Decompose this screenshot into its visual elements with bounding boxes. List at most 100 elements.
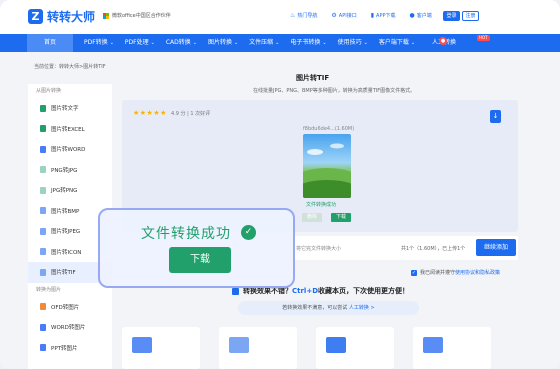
ofd-icon bbox=[40, 303, 46, 311]
rating-stars: ★★★★★ bbox=[133, 109, 167, 117]
nav-item-pdf-convert[interactable]: PDF转换 ⌄ bbox=[84, 34, 114, 52]
sidebar-item-ofd-to-image[interactable]: OFD转图片 bbox=[28, 297, 112, 318]
tool-card-icon bbox=[423, 337, 443, 353]
manual-convert-link[interactable]: 人工转换 > bbox=[349, 305, 375, 311]
rating-text: 4.9 分 | 1 次好评 bbox=[171, 111, 211, 117]
nav-item-ebook[interactable]: 电子书转换 ⌄ bbox=[290, 34, 326, 52]
nav-item-label: PDF转换 bbox=[84, 39, 108, 46]
breadcrumb: 当前位置：转转大师>图片转TIF bbox=[34, 64, 106, 70]
chevron-down-icon: ⌄ bbox=[150, 40, 155, 46]
agree-text: 我已阅读并遵守 bbox=[420, 270, 456, 276]
manual-suggestion: 若转换效果不满意，可以尝试 人工转换 > bbox=[238, 301, 419, 315]
nav-items: PDF转换 ⌄ PDF处理 ⌄ CAD转换 ⌄ 图片转换 ⌄ 文件压缩 ⌄ 电子书转换 ⌄ … bbox=[84, 34, 467, 52]
sidebar-item-label: 图片转EXCEL bbox=[51, 126, 85, 133]
nav-item-image[interactable]: 图片转换 ⌄ bbox=[208, 34, 238, 52]
chevron-down-icon: ⌄ bbox=[109, 40, 114, 46]
image-icon bbox=[40, 268, 46, 276]
top-link-hot-nav[interactable]: ♨ 热门导航 bbox=[290, 12, 317, 19]
login-button[interactable]: 登录 bbox=[443, 11, 460, 21]
chevron-down-icon: ⌄ bbox=[410, 40, 416, 46]
agreement[interactable]: ✓ 我已阅读并遵守 使用协议和隐私政策 bbox=[411, 269, 500, 276]
checkbox-checked-icon[interactable]: ✓ bbox=[411, 269, 417, 276]
top-link-label: API接口 bbox=[338, 13, 357, 19]
sidebar-item-jpg-to-png[interactable]: JPG转PNG bbox=[28, 180, 112, 201]
sidebar-item-label: PNG转JPG bbox=[51, 167, 78, 174]
nav-item-compress[interactable]: 文件压缩 ⌄ bbox=[249, 34, 279, 52]
image-icon bbox=[40, 207, 46, 215]
sidebar-item-label: PPT转图片 bbox=[51, 345, 78, 352]
check-circle-icon: ✓ bbox=[241, 225, 256, 240]
nav-item-label: 使用技巧 bbox=[337, 39, 362, 46]
top-link-app[interactable]: ▮ APP下载 bbox=[371, 12, 396, 19]
add-more-button[interactable]: 继续添加 bbox=[476, 239, 516, 256]
success-popup: 文件转换成功 ✓ 下载 bbox=[98, 208, 295, 288]
sidebar-group-title: 从图片转换 bbox=[36, 88, 62, 94]
microsoft-icon bbox=[103, 12, 109, 19]
download-icon[interactable]: ↓ bbox=[490, 110, 501, 123]
chevron-down-icon: ⌄ bbox=[322, 40, 327, 46]
tool-card-icon bbox=[229, 337, 249, 353]
file-status-text: 文件转换成功 bbox=[306, 202, 337, 208]
suggest-text: 若转换效果不满意，可以尝试 bbox=[282, 305, 348, 311]
nav-item-cad[interactable]: CAD转换 ⌄ bbox=[166, 34, 197, 52]
chevron-down-icon: ⌄ bbox=[192, 40, 197, 46]
nav-item-label: 图片转换 bbox=[207, 39, 232, 46]
delete-button[interactable]: 删除 bbox=[302, 213, 322, 222]
sidebar-item-word-to-image[interactable]: WORD转图片 bbox=[28, 317, 112, 338]
sidebar-item-label: OFD转图片 bbox=[51, 304, 80, 311]
top-header: Z 转转大师 微软office中国区合作伙伴 ♨ 热门导航 ⚙ API接口 ▮ APP… bbox=[0, 0, 560, 34]
tool-card[interactable] bbox=[413, 327, 491, 369]
logo-icon: Z bbox=[28, 9, 43, 24]
ppt-icon bbox=[40, 344, 46, 352]
main-nav: 首页 PDF转换 ⌄ PDF处理 ⌄ CAD转换 ⌄ 图片转换 ⌄ 文件压缩 ⌄ 电子书转… bbox=[0, 34, 560, 52]
sidebar-item-image-to-excel[interactable]: 图片转EXCEL bbox=[28, 119, 112, 140]
sidebar-item-label: 图片转TIF bbox=[51, 270, 76, 277]
top-link-client[interactable]: ● 客户端 bbox=[409, 12, 431, 19]
top-link-api[interactable]: ⚙ API接口 bbox=[331, 12, 356, 19]
register-button[interactable]: 注册 bbox=[462, 11, 479, 21]
word-icon bbox=[40, 323, 46, 331]
file-count: 共1个（1.60M），已上传1个 bbox=[401, 246, 466, 252]
sidebar-item-image-to-word[interactable]: 图片转WORD bbox=[28, 139, 112, 160]
nav-item-pdf-process[interactable]: PDF处理 ⌄ bbox=[125, 34, 155, 52]
sidebar-item-label: 图片转ICON bbox=[51, 249, 82, 256]
page-subtitle: 在线批量JPG、PNG、BMP等多种图片，转换为高质量TIF图像文件格式。 bbox=[253, 88, 416, 94]
popup-download-button[interactable]: 下载 bbox=[169, 247, 231, 273]
tool-card-icon bbox=[132, 337, 152, 353]
tool-card[interactable] bbox=[122, 327, 200, 369]
fire-icon: ♨ bbox=[290, 12, 296, 19]
word-icon bbox=[40, 145, 46, 153]
popup-title: 文件转换成功 bbox=[141, 226, 231, 242]
sidebar-item-ppt-to-image[interactable]: PPT转图片 bbox=[28, 338, 112, 359]
nav-item-label: 电子书转换 bbox=[290, 39, 321, 46]
image-icon bbox=[40, 227, 46, 235]
hot-badge: HOT bbox=[477, 35, 490, 41]
chevron-down-icon: ⌄ bbox=[363, 40, 368, 46]
nav-item-client[interactable]: 客户端下载 ⌄ bbox=[379, 34, 415, 52]
sidebar-item-png-to-jpg[interactable]: PNG转JPG bbox=[28, 160, 112, 181]
tool-card[interactable] bbox=[316, 327, 394, 369]
logo[interactable]: Z 转转大师 bbox=[28, 8, 95, 25]
nav-item-tips[interactable]: 使用技巧 ⌄ bbox=[338, 34, 368, 52]
sidebar-group-title: 转换为图片 bbox=[36, 286, 62, 293]
sidebar-item-image-to-text[interactable]: 图片转文字 bbox=[28, 98, 112, 119]
feedback-suffix: 收藏本页，下次使用更方便！ bbox=[318, 287, 410, 295]
tool-cards bbox=[122, 327, 518, 369]
sidebar-item-label: 图片转文字 bbox=[51, 106, 79, 113]
location-pin-icon: ● bbox=[439, 37, 447, 45]
agreement-link[interactable]: 使用协议和隐私政策 bbox=[455, 269, 500, 276]
toolbar-note: 将它完文件转换大小 bbox=[296, 246, 342, 252]
partner-text: 微软office中国区合作伙伴 bbox=[112, 13, 171, 19]
nav-home[interactable]: 首页 bbox=[27, 34, 73, 52]
image-icon bbox=[40, 166, 46, 174]
top-link-label: 客户端 bbox=[416, 13, 432, 19]
sidebar-item-label: JPG转PNG bbox=[51, 188, 78, 195]
sidebar-item-label: 图片转WORD bbox=[51, 147, 86, 154]
tool-card[interactable] bbox=[219, 327, 297, 369]
chevron-down-icon: ⌄ bbox=[275, 40, 280, 46]
chevron-down-icon: ⌄ bbox=[233, 40, 239, 46]
nav-item-label: 文件压缩 bbox=[249, 39, 274, 46]
download-button[interactable]: 下载 bbox=[331, 213, 351, 222]
nav-item-label: 客户端下载 bbox=[378, 39, 409, 46]
image-icon bbox=[40, 186, 46, 194]
